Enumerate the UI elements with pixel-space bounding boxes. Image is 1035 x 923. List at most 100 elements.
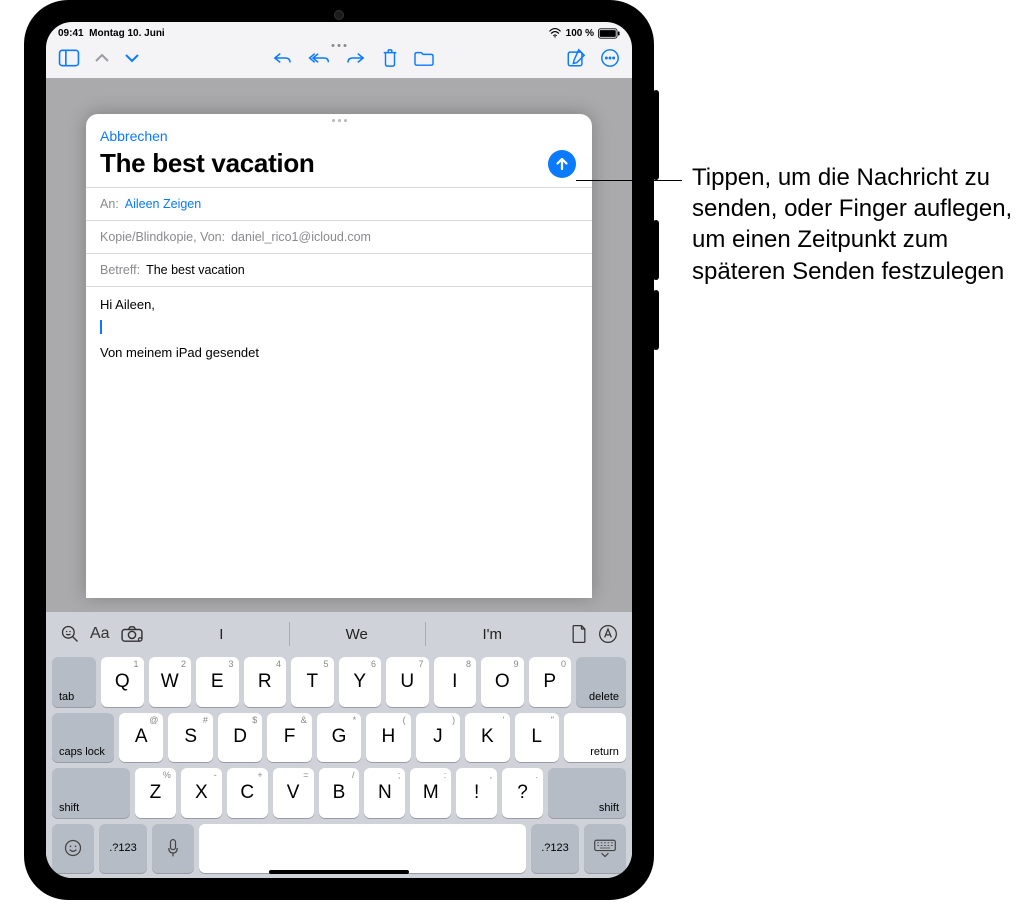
- key-hint: 2: [181, 659, 186, 669]
- key-hint: &: [301, 715, 307, 725]
- reply-all-icon[interactable]: [307, 50, 331, 71]
- key-n[interactable]: N;: [364, 768, 405, 818]
- key-s[interactable]: S#: [168, 713, 212, 763]
- more-circle-icon[interactable]: [600, 48, 620, 73]
- key-hint: 5: [323, 659, 328, 669]
- arrow-up-icon: [554, 156, 570, 172]
- power-button[interactable]: [653, 90, 659, 180]
- key-y[interactable]: Y6: [339, 657, 382, 707]
- key-d[interactable]: D$: [218, 713, 262, 763]
- key-i[interactable]: I8: [434, 657, 477, 707]
- to-value[interactable]: Aileen Zeigen: [125, 197, 201, 211]
- key-hint: 8: [466, 659, 471, 669]
- key-e[interactable]: E3: [196, 657, 239, 707]
- key-hint: 7: [418, 659, 423, 669]
- reply-icon[interactable]: [271, 50, 293, 71]
- key-hint: 4: [276, 659, 281, 669]
- key-k[interactable]: K': [465, 713, 509, 763]
- key-w[interactable]: W2: [149, 657, 192, 707]
- trash-icon[interactable]: [381, 48, 399, 73]
- key-hide-keyboard[interactable]: [584, 824, 626, 874]
- suggestion-2[interactable]: We: [289, 614, 424, 654]
- key-q[interactable]: Q1: [101, 657, 144, 707]
- key-delete[interactable]: delete: [576, 657, 626, 707]
- key-p[interactable]: P0: [529, 657, 572, 707]
- scan-document-icon[interactable]: [570, 624, 588, 644]
- key-u[interactable]: U7: [386, 657, 429, 707]
- compose-sheet: Abbrechen The best vacation An: Aileen Z…: [86, 114, 592, 598]
- battery-icon: [598, 28, 620, 39]
- status-left: 09:41 Montag 10. Juni: [58, 28, 165, 39]
- key-?[interactable]: ?.: [502, 768, 543, 818]
- callout-line: [576, 180, 682, 181]
- suggestion-3[interactable]: I'm: [425, 614, 560, 654]
- cc-label: Kopie/Blindkopie, Von:: [100, 230, 225, 244]
- suggestion-1[interactable]: I: [154, 614, 289, 654]
- key-symbols-left[interactable]: .?123: [99, 824, 147, 874]
- key-hint: 6: [371, 659, 376, 669]
- key-h[interactable]: H(: [366, 713, 410, 763]
- key-j[interactable]: J): [416, 713, 460, 763]
- key-hint: (: [403, 715, 406, 725]
- key-b[interactable]: B/: [319, 768, 360, 818]
- volume-up[interactable]: [653, 220, 659, 280]
- callout-text: Tippen, um die Nachricht zu senden, oder…: [692, 162, 1035, 287]
- cc-bcc-from-field[interactable]: Kopie/Blindkopie, Von: daniel_rico1@iclo…: [86, 220, 592, 253]
- sidebar-toggle-icon[interactable]: [58, 49, 80, 72]
- key-v[interactable]: V=: [273, 768, 314, 818]
- text-cursor: [100, 320, 102, 334]
- keyboard: Aa I We I'm tab Q1W2: [46, 612, 632, 878]
- key-hint: /: [352, 770, 355, 780]
- forward-icon[interactable]: [345, 50, 367, 71]
- emoji-icon: [63, 838, 83, 858]
- key-shift-left[interactable]: shift: [52, 768, 130, 818]
- suggestion-bar: Aa I We I'm: [50, 614, 628, 654]
- key-l[interactable]: L": [515, 713, 559, 763]
- key-t[interactable]: T5: [291, 657, 334, 707]
- key-emoji[interactable]: [52, 824, 94, 874]
- key-x[interactable]: X-: [181, 768, 222, 818]
- key-c[interactable]: C+: [227, 768, 268, 818]
- key-hint: ': [503, 715, 505, 725]
- key-hint: .: [536, 770, 539, 780]
- cancel-button[interactable]: Abbrechen: [86, 122, 592, 146]
- text-format-button[interactable]: Aa: [90, 625, 110, 643]
- app-menu-dots[interactable]: [332, 44, 347, 47]
- subject-field[interactable]: Betreff: The best vacation: [86, 253, 592, 286]
- key-hint: :: [444, 770, 447, 780]
- key-hint: $: [252, 715, 257, 725]
- wifi-icon: [548, 28, 562, 38]
- key-m[interactable]: M:: [410, 768, 451, 818]
- home-indicator[interactable]: [269, 870, 409, 874]
- key-symbols-right[interactable]: .?123: [531, 824, 579, 874]
- key-o[interactable]: O9: [481, 657, 524, 707]
- compose-icon[interactable]: [566, 48, 586, 73]
- key-return[interactable]: return: [564, 713, 626, 763]
- key-shift-right[interactable]: shift: [548, 768, 626, 818]
- screen: 09:41 Montag 10. Juni 100 %: [46, 22, 632, 878]
- key-![interactable]: !,: [456, 768, 497, 818]
- emoji-search-icon[interactable]: [60, 624, 80, 644]
- folder-icon[interactable]: [413, 49, 435, 72]
- compose-title: The best vacation: [100, 148, 315, 179]
- key-g[interactable]: G*: [317, 713, 361, 763]
- volume-down[interactable]: [653, 290, 659, 350]
- markup-icon[interactable]: [598, 624, 618, 644]
- camera-icon[interactable]: [120, 625, 144, 643]
- key-r[interactable]: R4: [244, 657, 287, 707]
- key-f[interactable]: F&: [267, 713, 311, 763]
- sheet-grabber[interactable]: [86, 114, 592, 122]
- key-caps-lock[interactable]: caps lock: [52, 713, 114, 763]
- chevron-down-icon[interactable]: [124, 51, 140, 69]
- chevron-up-icon[interactable]: [94, 51, 110, 69]
- compose-body[interactable]: Hi Aileen, Von meinem iPad gesendet: [86, 286, 592, 598]
- key-space[interactable]: [199, 824, 526, 874]
- to-field[interactable]: An: Aileen Zeigen: [86, 187, 592, 220]
- body-greeting: Hi Aileen,: [100, 297, 578, 312]
- key-tab[interactable]: tab: [52, 657, 96, 707]
- key-hint: ": [551, 715, 554, 725]
- key-a[interactable]: A@: [119, 713, 163, 763]
- key-dictation[interactable]: [152, 824, 194, 874]
- send-button[interactable]: [548, 150, 576, 178]
- key-z[interactable]: Z%: [135, 768, 176, 818]
